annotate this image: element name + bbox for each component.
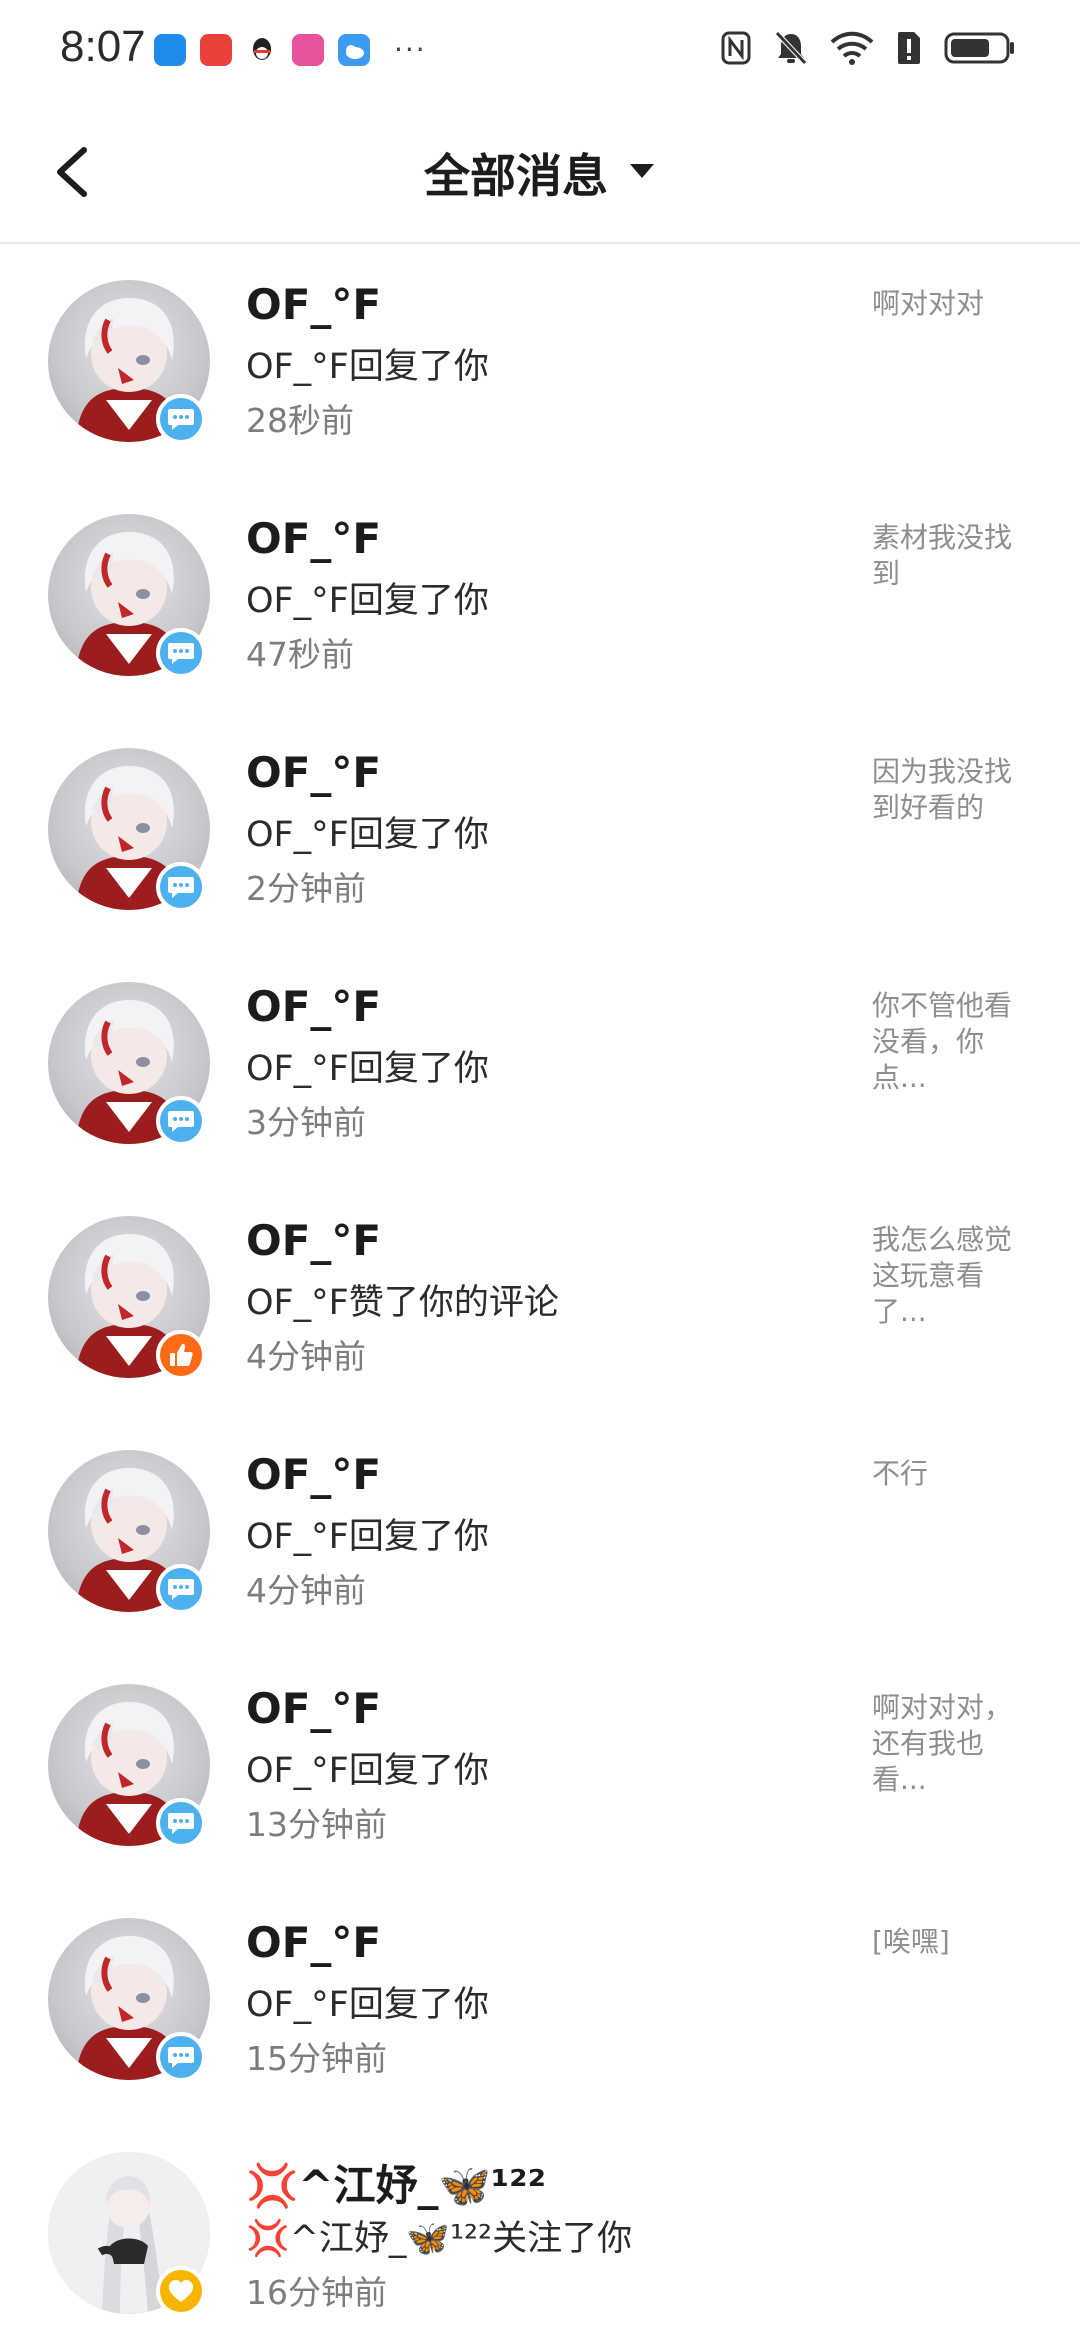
- more-notifications-indicator: ···: [394, 33, 427, 66]
- weather-icon: [338, 34, 370, 66]
- message-preview[interactable]: [唉嘿]: [872, 1924, 1032, 1960]
- sender-name[interactable]: OF_°F: [246, 982, 381, 1031]
- message-time: 15分钟前: [246, 2039, 387, 2078]
- sender-name[interactable]: OF_°F: [246, 1216, 381, 1265]
- message-list: OF_°F OF_°F回复了你 28秒前 啊对对对 OF_°F OF_°F回复了你 47秒前…: [0, 246, 1080, 2340]
- message-action: OF_°F赞了你的评论: [246, 1283, 559, 1323]
- caret-down-icon: [628, 161, 656, 185]
- message-time: 2分钟前: [246, 869, 366, 908]
- battery-icon: [944, 30, 1016, 66]
- message-row[interactable]: OF_°F OF_°F赞了你的评论 4分钟前 我怎么感觉这玩意看了...: [0, 1182, 1080, 1416]
- message-time: 4分钟前: [246, 1571, 366, 1610]
- reply-badge-icon: [156, 1798, 206, 1848]
- message-action: 💢^江妤_🦋¹²²关注了你: [246, 2219, 633, 2259]
- message-row[interactable]: OF_°F OF_°F回复了你 15分钟前 [唉嘿]: [0, 1884, 1080, 2118]
- message-action: OF_°F回复了你: [246, 1049, 489, 1089]
- sim-alert-icon: [896, 30, 922, 66]
- message-row[interactable]: 💢^江妤_🦋¹²² 💢^江妤_🦋¹²²关注了你 16分钟前: [0, 2118, 1080, 2340]
- message-row[interactable]: OF_°F OF_°F回复了你 2分钟前 因为我没找到好看的: [0, 714, 1080, 948]
- message-time: 13分钟前: [246, 1805, 387, 1844]
- reply-badge-icon: [156, 862, 206, 912]
- pink-app-icon: [292, 34, 324, 66]
- message-row[interactable]: OF_°F OF_°F回复了你 13分钟前 啊对对对，还有我也看...: [0, 1650, 1080, 1884]
- message-action: OF_°F回复了你: [246, 815, 489, 855]
- message-time: 28秒前: [246, 401, 354, 440]
- message-preview[interactable]: 素材我没找到: [872, 520, 1032, 592]
- nfc-icon: [720, 30, 752, 66]
- message-preview[interactable]: 我怎么感觉这玩意看了...: [872, 1222, 1032, 1330]
- like-badge-icon: [156, 1330, 206, 1380]
- reply-badge-icon: [156, 628, 206, 678]
- status-system-icons: [720, 30, 1016, 66]
- status-bar: 8:07 ···: [0, 0, 1080, 100]
- message-time: 4分钟前: [246, 1337, 366, 1376]
- reply-badge-icon: [156, 394, 206, 444]
- sender-name[interactable]: OF_°F: [246, 514, 381, 563]
- message-action: OF_°F回复了你: [246, 581, 489, 621]
- message-row[interactable]: OF_°F OF_°F回复了你 28秒前 啊对对对: [0, 246, 1080, 480]
- message-action: OF_°F回复了你: [246, 1517, 489, 1557]
- sender-name[interactable]: OF_°F: [246, 280, 381, 329]
- reply-badge-icon: [156, 2032, 206, 2082]
- wifi-icon: [830, 30, 874, 66]
- app-blue-icon: [154, 34, 186, 66]
- message-action: OF_°F回复了你: [246, 347, 489, 387]
- reply-badge-icon: [156, 1096, 206, 1146]
- message-row[interactable]: OF_°F OF_°F回复了你 4分钟前 不行: [0, 1416, 1080, 1650]
- follow-heart-badge-icon: [156, 2266, 206, 2316]
- message-preview[interactable]: 啊对对对，还有我也看...: [872, 1690, 1032, 1798]
- sender-name[interactable]: OF_°F: [246, 748, 381, 797]
- status-time: 8:07: [60, 22, 146, 71]
- message-time: 3分钟前: [246, 1103, 366, 1142]
- page-title: 全部消息: [424, 149, 608, 203]
- sender-name[interactable]: 💢^江妤_🦋¹²²: [246, 2152, 546, 2213]
- reply-badge-icon: [156, 1564, 206, 1614]
- title-dropdown[interactable]: 全部消息: [0, 140, 1080, 206]
- message-time: 16分钟前: [246, 2273, 387, 2312]
- sender-name[interactable]: OF_°F: [246, 1450, 381, 1499]
- message-preview[interactable]: 不行: [872, 1456, 1032, 1492]
- header: 全部消息: [0, 100, 1080, 244]
- sender-name[interactable]: OF_°F: [246, 1918, 381, 1967]
- message-row[interactable]: OF_°F OF_°F回复了你 47秒前 素材我没找到: [0, 480, 1080, 714]
- qq-penguin-icon: [246, 34, 278, 66]
- message-action: OF_°F回复了你: [246, 1985, 489, 2025]
- message-row[interactable]: OF_°F OF_°F回复了你 3分钟前 你不管他看没看，你点...: [0, 948, 1080, 1182]
- message-time: 47秒前: [246, 635, 354, 674]
- message-preview[interactable]: 你不管他看没看，你点...: [872, 988, 1032, 1096]
- message-preview[interactable]: 因为我没找到好看的: [872, 754, 1032, 826]
- huawei-app-icon: [200, 34, 232, 66]
- message-action: OF_°F回复了你: [246, 1751, 489, 1791]
- bell-muted-icon: [774, 30, 808, 66]
- message-preview[interactable]: 啊对对对: [872, 286, 1032, 322]
- sender-name[interactable]: OF_°F: [246, 1684, 381, 1733]
- status-app-icons: ···: [154, 34, 427, 66]
